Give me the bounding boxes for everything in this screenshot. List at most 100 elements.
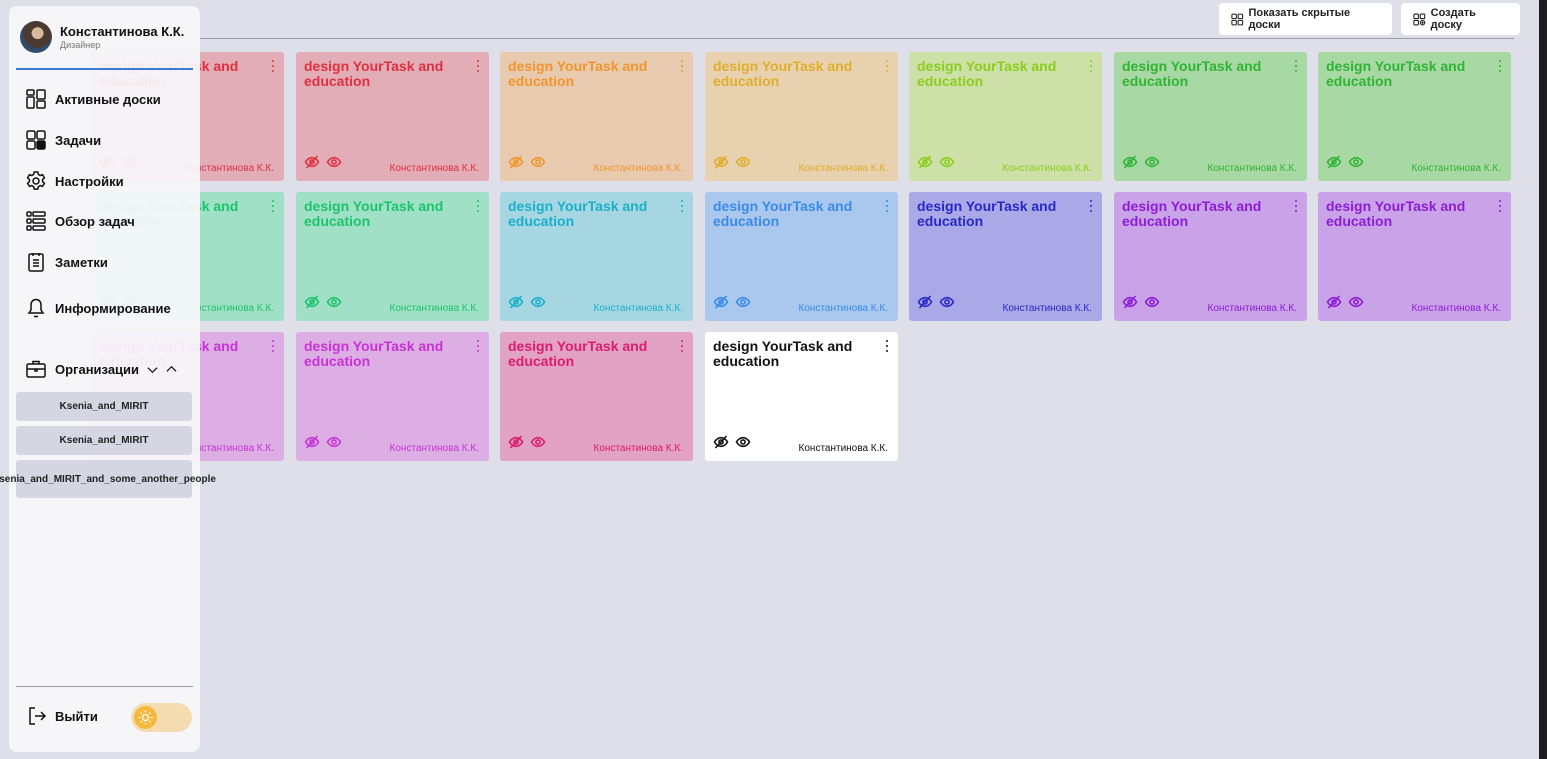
board-card[interactable]: design YourTask and education Константино… bbox=[500, 52, 693, 181]
board-owner: Константинова К.К. bbox=[389, 163, 479, 174]
eye-off-icon[interactable] bbox=[304, 294, 320, 310]
nav-item-notes[interactable]: Заметки bbox=[25, 251, 108, 273]
kebab-menu-icon[interactable] bbox=[884, 339, 890, 353]
profile-role: Дизайнер bbox=[60, 40, 101, 50]
eye-off-icon[interactable] bbox=[713, 154, 729, 170]
kebab-menu-icon[interactable] bbox=[1088, 199, 1094, 213]
board-owner: Константинова К.К. bbox=[1411, 303, 1501, 314]
kebab-menu-icon[interactable] bbox=[475, 199, 481, 213]
kebab-menu-icon[interactable] bbox=[1497, 199, 1503, 213]
board-card[interactable]: design YourTask and education Константино… bbox=[705, 332, 898, 461]
board-card[interactable]: design YourTask and education Константино… bbox=[1318, 192, 1511, 321]
show-hidden-boards-label: Показать скрытые доски bbox=[1248, 7, 1351, 31]
kebab-menu-icon[interactable] bbox=[1497, 59, 1503, 73]
board-card[interactable]: design YourTask and education Константино… bbox=[296, 332, 489, 461]
chevron-up-icon[interactable] bbox=[166, 364, 177, 375]
nav-item-settings[interactable]: Настройки bbox=[25, 170, 124, 192]
board-card[interactable]: design YourTask and education Константино… bbox=[296, 192, 489, 321]
kebab-menu-icon[interactable] bbox=[1293, 199, 1299, 213]
board-visibility-icons bbox=[713, 434, 751, 450]
kebab-menu-icon[interactable] bbox=[679, 59, 685, 73]
kebab-menu-icon[interactable] bbox=[1293, 59, 1299, 73]
nav-item-task-overview[interactable]: Обзор задач bbox=[25, 210, 135, 232]
eye-icon[interactable] bbox=[326, 294, 342, 310]
board-card[interactable]: design YourTask and education Константино… bbox=[296, 52, 489, 181]
eye-icon[interactable] bbox=[530, 294, 546, 310]
kebab-menu-icon[interactable] bbox=[884, 199, 890, 213]
board-card[interactable]: design YourTask and education Константино… bbox=[500, 332, 693, 461]
kebab-menu-icon[interactable] bbox=[270, 199, 276, 213]
board-card[interactable]: design YourTask and education Константино… bbox=[909, 192, 1102, 321]
kebab-menu-icon[interactable] bbox=[679, 199, 685, 213]
eye-icon[interactable] bbox=[1348, 294, 1364, 310]
board-title: design YourTask and education bbox=[508, 198, 648, 229]
eye-off-icon[interactable] bbox=[917, 294, 933, 310]
organizations-toggle[interactable]: Организации bbox=[25, 358, 177, 380]
eye-off-icon[interactable] bbox=[713, 294, 729, 310]
organization-item[interactable]: Ksenia_and_MIRIT bbox=[16, 426, 192, 455]
eye-icon[interactable] bbox=[530, 154, 546, 170]
board-visibility-icons bbox=[917, 294, 955, 310]
eye-icon[interactable] bbox=[735, 294, 751, 310]
kebab-menu-icon[interactable] bbox=[475, 339, 481, 353]
eye-off-icon[interactable] bbox=[508, 294, 524, 310]
board-title: design YourTask and education bbox=[304, 338, 444, 369]
board-visibility-icons bbox=[713, 154, 751, 170]
create-board-label: Создать доску bbox=[1430, 7, 1476, 31]
eye-icon[interactable] bbox=[530, 434, 546, 450]
organization-item[interactable]: Ksenia_and_MIRIT_and_some_another_people bbox=[0, 460, 216, 498]
nav-item-active-boards[interactable]: Активные доски bbox=[25, 88, 161, 110]
board-card[interactable]: design YourTask and education Константино… bbox=[500, 192, 693, 321]
notes-icon bbox=[28, 253, 44, 272]
nav-item-notifications[interactable]: Информирование bbox=[25, 297, 171, 319]
board-card[interactable]: design YourTask and education Константино… bbox=[1114, 192, 1307, 321]
chevron-down-icon[interactable] bbox=[147, 364, 158, 375]
eye-icon[interactable] bbox=[1348, 154, 1364, 170]
nav-item-tasks[interactable]: Задачи bbox=[25, 129, 101, 151]
board-visibility-icons bbox=[304, 294, 342, 310]
eye-off-icon[interactable] bbox=[508, 434, 524, 450]
create-board-button[interactable]: Создать доску bbox=[1401, 3, 1520, 35]
theme-toggle[interactable] bbox=[131, 703, 192, 732]
kebab-menu-icon[interactable] bbox=[1088, 59, 1094, 73]
eye-icon[interactable] bbox=[735, 434, 751, 450]
kebab-menu-icon[interactable] bbox=[884, 59, 890, 73]
kebab-menu-icon[interactable] bbox=[270, 339, 276, 353]
organization-item[interactable]: Ksenia_and_MIRIT bbox=[16, 392, 192, 421]
board-card[interactable]: design YourTask and education Константино… bbox=[705, 192, 898, 321]
board-owner: Константинова К.К. bbox=[1002, 303, 1092, 314]
eye-off-icon[interactable] bbox=[1122, 294, 1138, 310]
logout-button[interactable]: Выйти bbox=[27, 706, 98, 726]
kebab-menu-icon[interactable] bbox=[270, 59, 276, 73]
board-title: design YourTask and education bbox=[1326, 58, 1466, 89]
board-card[interactable]: design YourTask and education Константино… bbox=[1318, 52, 1511, 181]
eye-off-icon[interactable] bbox=[1326, 154, 1342, 170]
profile[interactable]: Константинова К.К. Дизайнер bbox=[20, 21, 184, 53]
board-card[interactable]: design YourTask and education Константино… bbox=[909, 52, 1102, 181]
eye-icon[interactable] bbox=[735, 154, 751, 170]
kebab-menu-icon[interactable] bbox=[475, 59, 481, 73]
sidebar-bottom-divider bbox=[16, 686, 193, 687]
right-edge-strip bbox=[1539, 0, 1547, 759]
board-card[interactable]: design YourTask and education Константино… bbox=[1114, 52, 1307, 181]
board-visibility-icons bbox=[508, 294, 546, 310]
eye-off-icon[interactable] bbox=[304, 434, 320, 450]
eye-icon[interactable] bbox=[939, 294, 955, 310]
eye-off-icon[interactable] bbox=[304, 154, 320, 170]
eye-off-icon[interactable] bbox=[1122, 154, 1138, 170]
board-title: design YourTask and education bbox=[713, 198, 853, 229]
eye-off-icon[interactable] bbox=[917, 154, 933, 170]
eye-icon[interactable] bbox=[1144, 294, 1160, 310]
kebab-menu-icon[interactable] bbox=[679, 339, 685, 353]
gear-icon bbox=[26, 171, 46, 190]
eye-icon[interactable] bbox=[326, 434, 342, 450]
show-hidden-boards-button[interactable]: Показать скрытые доски bbox=[1219, 3, 1392, 35]
eye-icon[interactable] bbox=[939, 154, 955, 170]
board-title: design YourTask and education bbox=[304, 58, 444, 89]
board-card[interactable]: design YourTask and education Константино… bbox=[705, 52, 898, 181]
eye-icon[interactable] bbox=[326, 154, 342, 170]
eye-off-icon[interactable] bbox=[713, 434, 729, 450]
eye-icon[interactable] bbox=[1144, 154, 1160, 170]
eye-off-icon[interactable] bbox=[1326, 294, 1342, 310]
eye-off-icon[interactable] bbox=[508, 154, 524, 170]
